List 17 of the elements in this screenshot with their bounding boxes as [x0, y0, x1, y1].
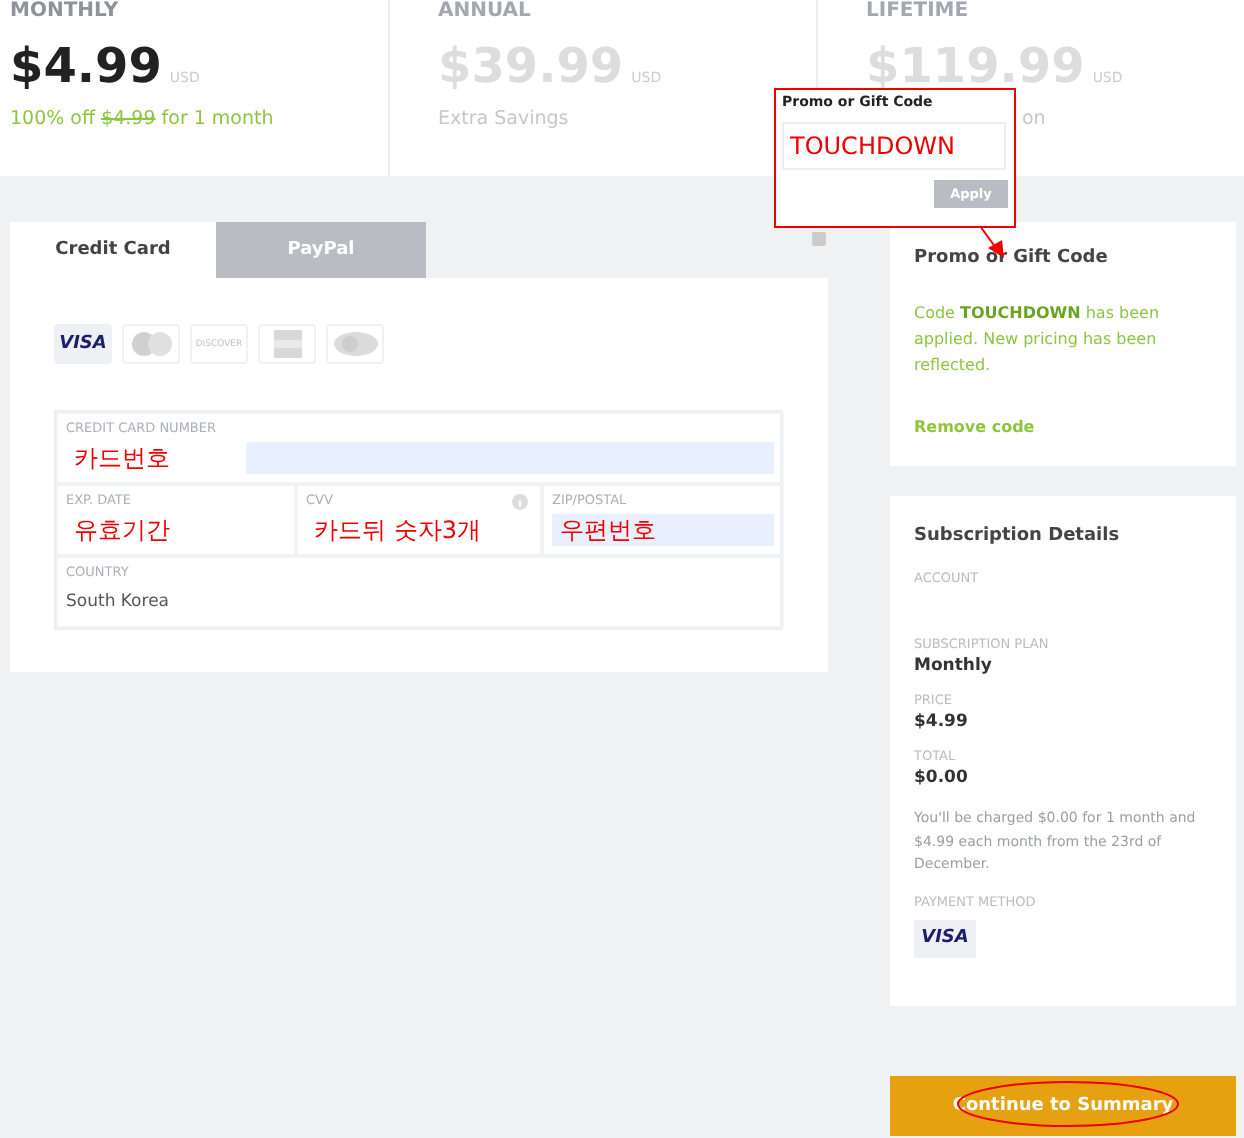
detail-value: $4.99	[914, 712, 970, 732]
input-field[interactable]: 카드뒤 숫자3개	[306, 514, 532, 546]
detail-value: $0.00	[914, 768, 970, 788]
plan-title: ANNUAL	[438, 0, 533, 22]
input-field[interactable]: 우편번호	[552, 514, 774, 546]
input-field[interactable]: South Korea	[66, 586, 774, 618]
code-input[interactable]: TOUCHDOWN	[782, 122, 1006, 170]
plan-title: MONTHLY	[10, 0, 121, 22]
card-title: Subscription Details	[914, 526, 1122, 546]
promo-message: Code TOUCHDOWN has been applied. New pricing has been reflected.	[914, 302, 1162, 378]
visa-card-icon: VISA	[914, 919, 976, 957]
visa-card-icon[interactable]: VISA	[54, 324, 112, 364]
detail-value: Monthly	[914, 656, 994, 676]
plan-price: $4.99	[10, 38, 162, 94]
payment-tab[interactable]: Credit Card	[10, 222, 216, 278]
input-field[interactable]: 유효기간	[66, 514, 286, 546]
discount-note: 100% off $4.99 for 1 month	[10, 108, 274, 130]
